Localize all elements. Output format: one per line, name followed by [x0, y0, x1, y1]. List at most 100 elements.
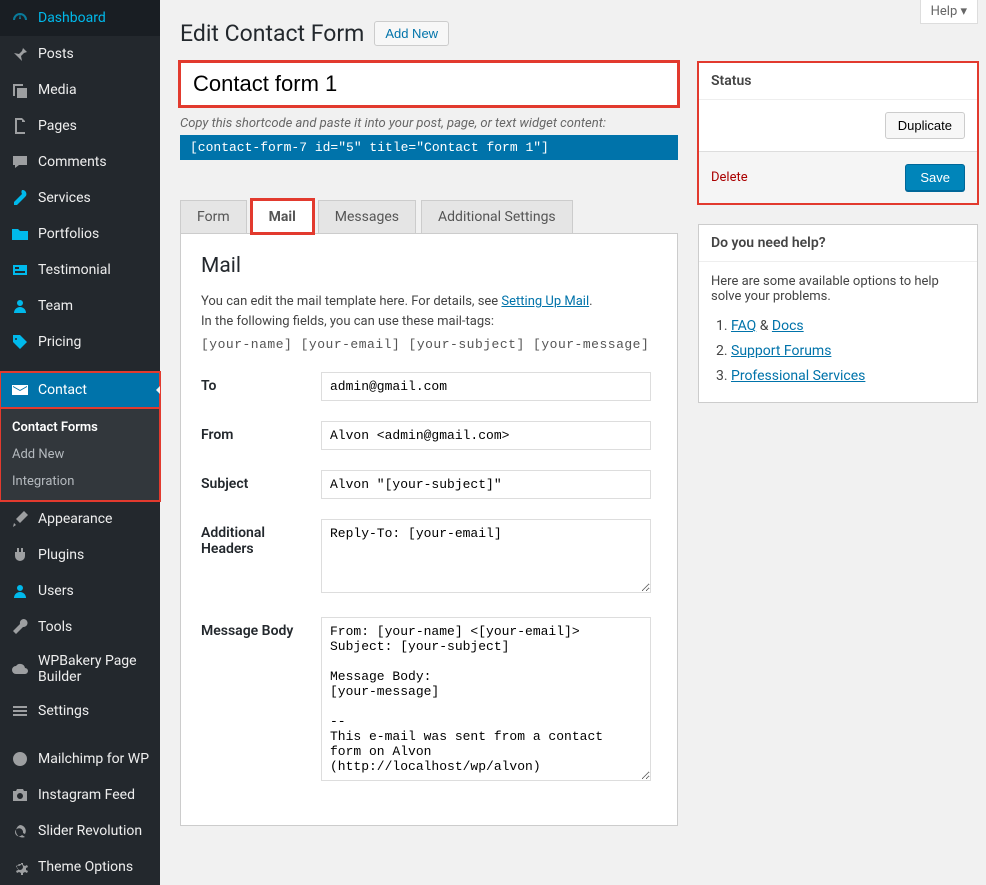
to-input[interactable]: [321, 372, 651, 401]
folder-icon: [10, 224, 30, 244]
addheaders-textarea[interactable]: [321, 519, 651, 593]
subject-label: Subject: [201, 470, 321, 499]
sliders-icon: [10, 701, 30, 721]
sidebar-item-label: Dashboard: [38, 10, 106, 26]
mail-panel: Mail You can edit the mail template here…: [180, 233, 678, 826]
user-icon: [10, 296, 30, 316]
sidebar-item-label: Mailchimp for WP: [38, 751, 149, 767]
dashboard-icon: [10, 8, 30, 28]
sidebar-item-label: Contact: [38, 382, 87, 398]
refresh-icon: [10, 821, 30, 841]
status-title: Status: [699, 63, 977, 100]
status-metabox: Status Duplicate Delete Save: [698, 62, 978, 204]
sidebar-item-pricing[interactable]: Pricing: [0, 324, 160, 360]
tab-messages[interactable]: Messages: [318, 200, 416, 233]
sidebar-item-label: Tools: [38, 619, 72, 635]
sidebar-item-label: Pricing: [38, 334, 81, 350]
tab-additional-settings[interactable]: Additional Settings: [421, 200, 573, 233]
main-content: Help ▾ Edit Contact Form Add New Copy th…: [160, 0, 986, 885]
addheaders-label: Additional Headers: [201, 519, 321, 597]
submenu-contact-forms[interactable]: Contact Forms: [0, 414, 160, 441]
faq-link[interactable]: FAQ: [731, 318, 756, 334]
mail-heading: Mail: [201, 254, 657, 278]
sidebar-item-team[interactable]: Team: [0, 288, 160, 324]
sidebar-item-testimonial[interactable]: Testimonial: [0, 252, 160, 288]
sidebar-item-users[interactable]: Users: [0, 573, 160, 609]
sidebar-item-plugins[interactable]: Plugins: [0, 537, 160, 573]
help-metabox: Do you need help? Here are some availabl…: [698, 224, 978, 403]
sidebar-item-portfolios[interactable]: Portfolios: [0, 216, 160, 252]
docs-link[interactable]: Docs: [772, 318, 804, 334]
sidebar-item-comments[interactable]: Comments: [0, 144, 160, 180]
sidebar-item-instagram-feed[interactable]: Instagram Feed: [0, 777, 160, 813]
sidebar-item-label: Posts: [38, 46, 74, 62]
comment-icon: [10, 152, 30, 172]
professional-services-link[interactable]: Professional Services: [731, 368, 865, 384]
tag-icon: [10, 332, 30, 352]
mail-icon: [10, 380, 30, 400]
to-label: To: [201, 372, 321, 401]
support-forums-link[interactable]: Support Forums: [731, 343, 831, 359]
page-title: Edit Contact Form: [180, 20, 364, 47]
sidebar-item-label: Slider Revolution: [38, 823, 142, 839]
save-button[interactable]: Save: [905, 164, 965, 191]
sidebar-item-pages[interactable]: Pages: [0, 108, 160, 144]
sidebar-item-label: Testimonial: [38, 262, 111, 278]
sidebar-item-posts[interactable]: Posts: [0, 36, 160, 72]
sidebar-item-label: Pages: [38, 118, 77, 134]
sidebar-item-label: Plugins: [38, 547, 84, 563]
shortcode-display[interactable]: [contact-form-7 id="5" title="Contact fo…: [180, 135, 678, 160]
help-link-item: FAQ & Docs: [731, 314, 965, 339]
sidebar-item-appearance[interactable]: Appearance: [0, 501, 160, 537]
pin-icon: [10, 44, 30, 64]
sidebar-item-mailchimp-for-wp[interactable]: Mailchimp for WP: [0, 741, 160, 777]
setting-up-mail-link[interactable]: Setting Up Mail: [501, 294, 589, 309]
add-new-button[interactable]: Add New: [374, 21, 449, 46]
sidebar-item-dashboard[interactable]: Dashboard: [0, 0, 160, 36]
sidebar-item-label: Settings: [38, 703, 89, 719]
body-textarea[interactable]: [321, 617, 651, 781]
body-label: Message Body: [201, 617, 321, 785]
sidebar-item-wpbakery-page-builder[interactable]: WPBakery Page Builder: [0, 645, 160, 693]
duplicate-button[interactable]: Duplicate: [885, 112, 965, 139]
camera-icon: [10, 785, 30, 805]
plug-icon: [10, 545, 30, 565]
sidebar-item-contact[interactable]: Contact: [0, 372, 160, 408]
sidebar-item-settings[interactable]: Settings: [0, 693, 160, 729]
card-icon: [10, 260, 30, 280]
circle-icon: [10, 749, 30, 769]
mail-tags: [your-name] [your-email] [your-subject] …: [201, 337, 657, 352]
submenu-add-new[interactable]: Add New: [0, 441, 160, 468]
shortcode-hint: Copy this shortcode and paste it into yo…: [180, 116, 678, 131]
gear-icon: [10, 857, 30, 877]
sidebar-item-label: Appearance: [38, 511, 112, 527]
sidebar-item-label: Media: [38, 82, 77, 98]
pages-icon: [10, 116, 30, 136]
submenu-integration[interactable]: Integration: [0, 468, 160, 495]
sidebar-item-tools[interactable]: Tools: [0, 609, 160, 645]
from-input[interactable]: [321, 421, 651, 450]
contact-submenu: Contact FormsAdd NewIntegration: [0, 408, 160, 501]
sidebar-item-slider-revolution[interactable]: Slider Revolution: [0, 813, 160, 849]
help-link-item: Professional Services: [731, 364, 965, 389]
subject-input[interactable]: [321, 470, 651, 499]
help-link-list: FAQ & Docs Support Forums Professional Ser…: [711, 314, 965, 390]
help-link-item: Support Forums: [731, 339, 965, 364]
form-title-input[interactable]: [180, 62, 678, 106]
sidebar-item-label: Users: [38, 583, 74, 599]
sidebar-item-label: Instagram Feed: [38, 787, 135, 803]
tab-mail[interactable]: Mail: [252, 200, 313, 233]
help-tab[interactable]: Help ▾: [920, 0, 978, 24]
sidebar-item-services[interactable]: Services: [0, 180, 160, 216]
sidebar-item-label: Theme Options: [38, 859, 133, 875]
tab-form[interactable]: Form: [180, 200, 247, 233]
from-label: From: [201, 421, 321, 450]
sidebar-item-label: Comments: [38, 154, 107, 170]
sidebar-item-label: WPBakery Page Builder: [38, 653, 150, 685]
key-icon: [10, 188, 30, 208]
delete-link[interactable]: Delete: [711, 170, 748, 185]
sidebar-item-label: Portfolios: [38, 226, 99, 242]
help-desc: Here are some available options to help …: [711, 274, 965, 304]
sidebar-item-media[interactable]: Media: [0, 72, 160, 108]
active-indicator-icon: [152, 386, 160, 394]
